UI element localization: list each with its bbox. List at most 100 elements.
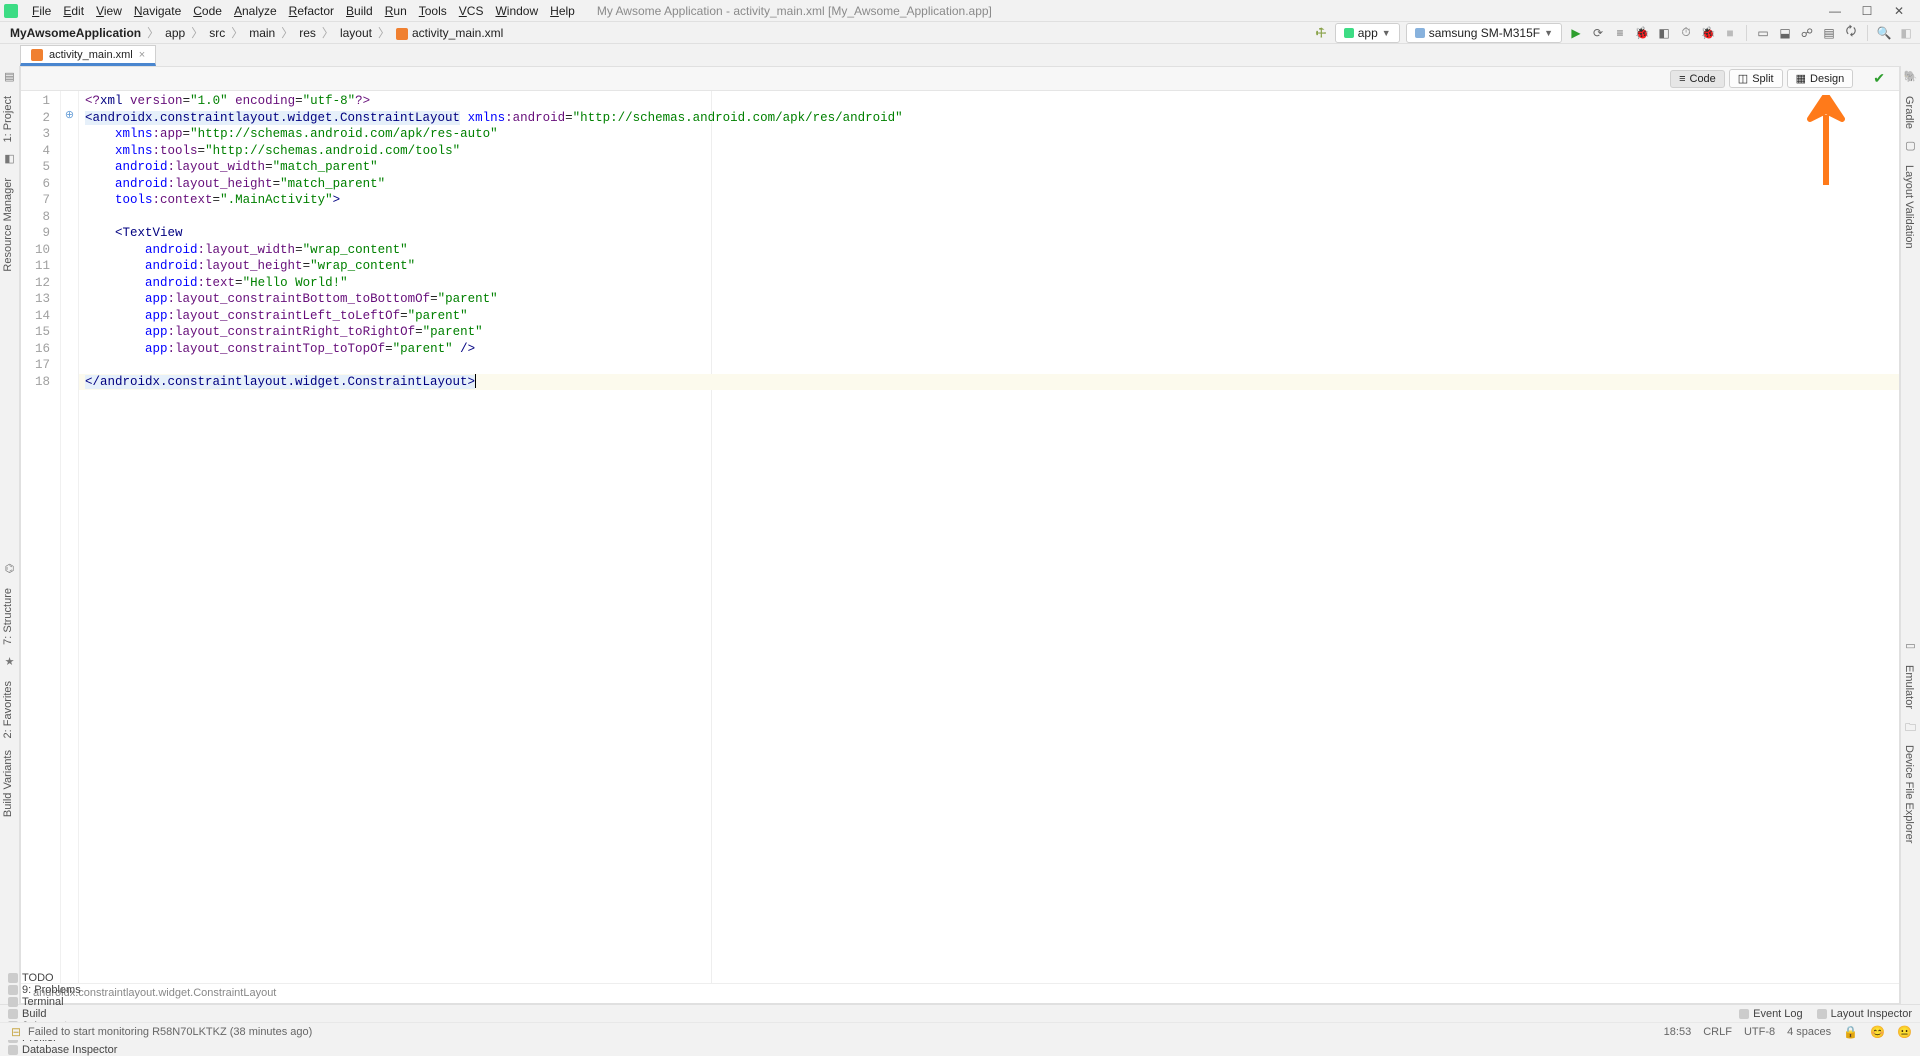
apply-code-icon[interactable]: ≡: [1612, 25, 1628, 41]
breadcrumb-item[interactable]: src: [205, 26, 229, 40]
design-mode-icon: ▦: [1796, 72, 1806, 85]
search-everywhere-icon[interactable]: 🔍: [1876, 25, 1892, 41]
debug-icon[interactable]: 🐞: [1634, 25, 1650, 41]
editor-tabs: activity_main.xml ×: [0, 44, 1920, 66]
close-tab-icon[interactable]: ×: [139, 49, 145, 61]
avd-manager-icon[interactable]: ▭: [1755, 25, 1771, 41]
readonly-lock-icon[interactable]: 🔒: [1843, 1025, 1858, 1039]
menu-edit[interactable]: Edit: [57, 2, 90, 20]
tool-layout-validation[interactable]: Layout Validation: [1901, 159, 1917, 255]
tool-emulator[interactable]: Emulator: [1901, 659, 1917, 715]
menu-refactor[interactable]: Refactor: [283, 2, 340, 20]
bottom-tool-build[interactable]: Build: [8, 1008, 117, 1020]
profile-icon[interactable]: ⏱: [1678, 25, 1694, 41]
memory-indicator-icon[interactable]: 😊: [1870, 1025, 1885, 1039]
menu-build[interactable]: Build: [340, 2, 379, 20]
stop-icon[interactable]: ■: [1722, 25, 1738, 41]
main-area: ≡Code ◫Split ▦Design ✔ 12345678910111213…: [20, 66, 1900, 1004]
menubar: FileEditViewNavigateCodeAnalyzeRefactorB…: [0, 0, 1920, 22]
android-icon: [1344, 28, 1354, 38]
tab-activity-main[interactable]: activity_main.xml ×: [20, 45, 156, 66]
apply-changes-icon[interactable]: ⟳: [1590, 25, 1606, 41]
view-split[interactable]: ◫Split: [1729, 69, 1783, 88]
view-code[interactable]: ≡Code: [1670, 70, 1725, 88]
breadcrumb-item[interactable]: app: [161, 26, 189, 40]
menu-file[interactable]: File: [26, 2, 57, 20]
breadcrumb-item[interactable]: layout: [336, 26, 376, 40]
sync-gradle-icon[interactable]: 🗘: [1843, 25, 1859, 41]
breadcrumb-item[interactable]: res: [295, 26, 320, 40]
line-separator[interactable]: CRLF: [1703, 1026, 1732, 1038]
bottom-tool-todo[interactable]: TODO: [8, 972, 117, 984]
tool-gradle[interactable]: Gradle: [1901, 90, 1917, 135]
android-studio-logo-icon: [4, 4, 18, 18]
favorites-icon[interactable]: ★: [2, 655, 18, 671]
gradle-icon[interactable]: 🐘: [1903, 70, 1919, 86]
breadcrumb-item[interactable]: MyAwsomeApplication: [6, 26, 145, 40]
menu-run[interactable]: Run: [379, 2, 413, 20]
menu-navigate[interactable]: Navigate: [128, 2, 187, 20]
indent[interactable]: 4 spaces: [1787, 1026, 1831, 1038]
minimize-icon[interactable]: —: [1828, 4, 1842, 18]
run-config-label: app: [1358, 26, 1378, 40]
sdk-manager-icon[interactable]: ⬓: [1777, 25, 1793, 41]
layout-validation-icon[interactable]: ▢: [1903, 139, 1919, 155]
tool-favorites[interactable]: 2: Favorites: [0, 675, 16, 744]
encoding[interactable]: UTF-8: [1744, 1026, 1775, 1038]
run-icon[interactable]: ▶: [1568, 25, 1584, 41]
code-mode-icon: ≡: [1679, 73, 1685, 85]
build-hammer-icon[interactable]: ⚒: [1309, 21, 1332, 44]
emulator-icon[interactable]: ▭: [1903, 639, 1919, 655]
inspection-ok-icon[interactable]: ✔: [1865, 68, 1893, 89]
menu-code[interactable]: Code: [187, 2, 228, 20]
tool-resource-manager[interactable]: Resource Manager: [0, 172, 16, 278]
menu-help[interactable]: Help: [544, 2, 581, 20]
caret-position[interactable]: 18:53: [1664, 1026, 1692, 1038]
code-area[interactable]: 123456789101112131415161718 ⊕ <?xml vers…: [21, 91, 1899, 983]
split-mode-icon: ◫: [1738, 72, 1748, 85]
tool-project[interactable]: 1: Project: [0, 90, 16, 148]
device-label: samsung SM-M315F: [1429, 26, 1540, 40]
bottom-tool-terminal[interactable]: Terminal: [8, 996, 117, 1008]
close-icon[interactable]: ✕: [1892, 4, 1906, 18]
code-content[interactable]: <?xml version="1.0" encoding="utf-8"?><a…: [79, 91, 1899, 983]
menu-analyze[interactable]: Analyze: [228, 2, 283, 20]
bottom-tool-layout-inspector[interactable]: Layout Inspector: [1817, 1008, 1912, 1020]
structure-icon[interactable]: ⌬: [2, 562, 18, 578]
icon-gutter: ⊕: [61, 91, 79, 983]
tool-structure[interactable]: 7: Structure: [0, 582, 16, 651]
run-config-selector[interactable]: app ▼: [1335, 23, 1400, 43]
bottom-tool-event-log[interactable]: Event Log: [1739, 1008, 1803, 1020]
maximize-icon[interactable]: ☐: [1860, 4, 1874, 18]
view-mode-bar: ≡Code ◫Split ▦Design ✔: [21, 67, 1899, 91]
project-icon[interactable]: ▤: [2, 70, 18, 86]
breadcrumb-item[interactable]: main: [245, 26, 279, 40]
breadcrumb-item[interactable]: activity_main.xml: [392, 26, 507, 40]
resource-manager-icon[interactable]: ◧: [2, 152, 18, 168]
device-file-explorer-icon[interactable]: 🗀: [1903, 719, 1919, 735]
device-selector[interactable]: samsung SM-M315F ▼: [1406, 23, 1562, 43]
tool-build-variants[interactable]: Build Variants: [0, 744, 16, 823]
tool-device-file-explorer[interactable]: Device File Explorer: [1901, 739, 1917, 849]
bottom-tool-database-inspector[interactable]: Database Inspector: [8, 1044, 117, 1056]
bottom-tool-strip: TODO9: ProblemsTerminalBuild6: LogcatPro…: [0, 1004, 1920, 1022]
feedback-icon[interactable]: 😐: [1897, 1025, 1912, 1039]
account-icon[interactable]: ◧: [1898, 25, 1914, 41]
view-design[interactable]: ▦Design: [1787, 69, 1854, 88]
menu-vcs[interactable]: VCS: [453, 2, 490, 20]
menu-window[interactable]: Window: [489, 2, 544, 20]
tab-label: activity_main.xml: [49, 49, 133, 61]
coverage-icon[interactable]: ◧: [1656, 25, 1672, 41]
activity-icon[interactable]: ☍: [1799, 25, 1815, 41]
menu-tools[interactable]: Tools: [413, 2, 453, 20]
status-message: Failed to start monitoring R58N70LKTKZ (…: [28, 1026, 312, 1038]
attach-debugger-icon[interactable]: 🐞: [1700, 25, 1716, 41]
right-tool-strip: 🐘 Gradle ▢ Layout Validation ▭ Emulator …: [1900, 66, 1920, 1004]
device-manager-icon[interactable]: ▤: [1821, 25, 1837, 41]
phone-icon: [1415, 28, 1425, 38]
status-bar: ⊟ Failed to start monitoring R58N70LKTKZ…: [0, 1022, 1920, 1040]
bottom-tool-9--problems[interactable]: 9: Problems: [8, 984, 117, 996]
status-info-icon: ⊟: [8, 1024, 24, 1040]
editor-breadcrumb[interactable]: androidx.constraintlayout.widget.Constra…: [21, 983, 1899, 1003]
menu-view[interactable]: View: [90, 2, 128, 20]
